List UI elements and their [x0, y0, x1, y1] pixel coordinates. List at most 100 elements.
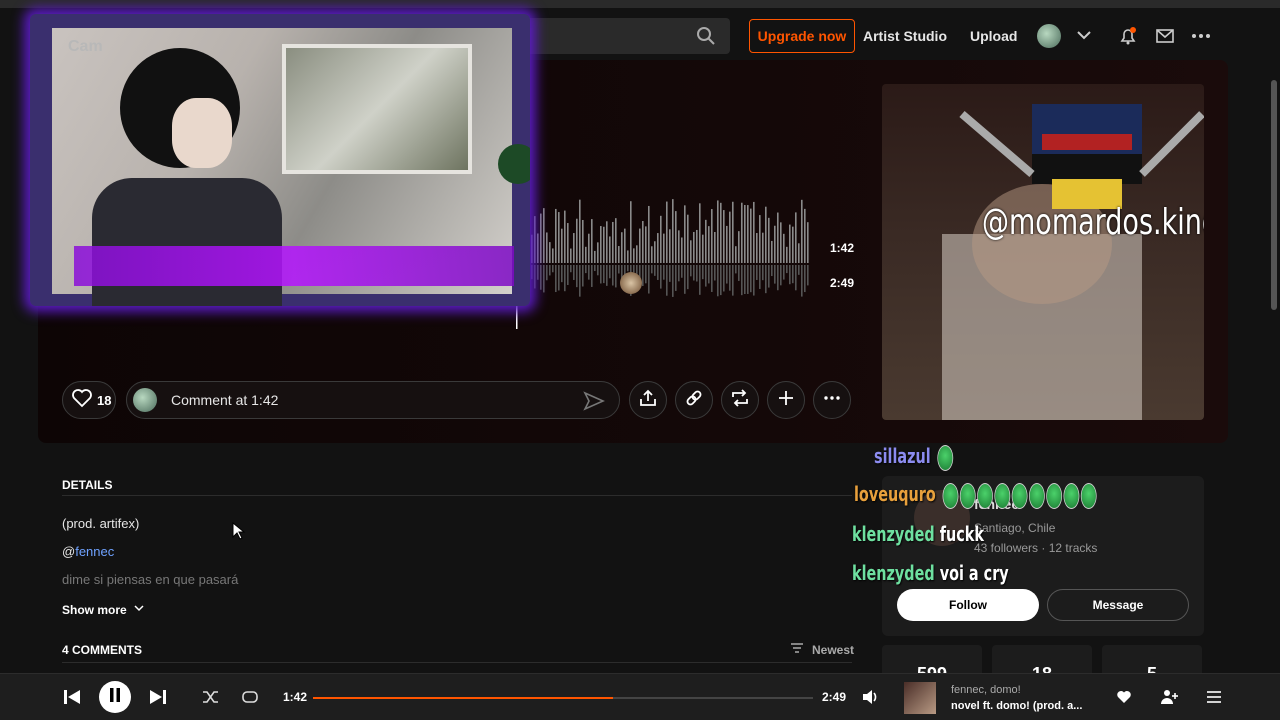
waveform-bar — [576, 218, 578, 263]
queue-icon[interactable] — [1206, 689, 1222, 710]
mention-at: @ — [62, 544, 76, 559]
heart-icon — [71, 388, 93, 413]
waveform-reflection-bar — [576, 265, 578, 288]
comment-input[interactable]: Comment at 1:42 — [126, 381, 620, 419]
waveform-bar — [546, 232, 548, 263]
waveform-bar — [717, 200, 719, 263]
now-playing-title[interactable]: novel ft. domo! (prod. a... — [951, 700, 1082, 712]
comment-avatar-marker[interactable] — [620, 272, 642, 294]
repeat-icon[interactable] — [241, 689, 259, 710]
waveform-reflection-bar — [747, 265, 749, 294]
waveform-reflection-bar — [681, 265, 683, 278]
waveform-bar — [537, 233, 539, 263]
show-more-button[interactable]: Show more — [62, 602, 145, 617]
send-icon[interactable] — [583, 391, 605, 416]
comments-title: 4 COMMENTS — [62, 643, 143, 657]
waveform-bar — [654, 241, 656, 263]
waveform-reflection-bar — [750, 265, 752, 293]
chevron-down-icon[interactable] — [1075, 26, 1093, 49]
waveform-bar — [585, 246, 587, 263]
now-playing-artist[interactable]: fennec, domo! — [951, 684, 1021, 696]
chat-text: voi a cry — [939, 561, 1009, 585]
now-playing-artwork[interactable] — [904, 682, 936, 714]
waveform-reflection-bar — [699, 265, 701, 295]
waveform-bar — [723, 210, 725, 263]
repost-button[interactable] — [721, 381, 759, 419]
waveform-reflection-bar — [741, 265, 743, 296]
mention-link[interactable]: fennec — [75, 544, 114, 559]
like-count: 18 — [97, 392, 112, 408]
more-icon — [823, 389, 841, 412]
waveform-reflection-bar — [690, 265, 692, 277]
upload-link[interactable]: Upload — [970, 28, 1017, 44]
share-button[interactable] — [629, 381, 667, 419]
waveform-reflection-bar — [582, 265, 584, 287]
waveform-bar — [732, 201, 734, 263]
skip-back-icon[interactable] — [62, 687, 82, 712]
waveform-reflection-bar — [729, 265, 731, 291]
skip-forward-icon[interactable] — [148, 687, 168, 712]
more-actions-button[interactable] — [813, 381, 851, 419]
progress-bar[interactable] — [313, 697, 813, 699]
waveform-reflection-bar — [717, 265, 719, 297]
waveform-bar — [756, 233, 758, 263]
webcam-feed — [52, 28, 530, 306]
waveform-bar — [804, 208, 806, 263]
waveform-reflection-bar — [744, 265, 746, 295]
scrollbar-thumb[interactable] — [1271, 80, 1277, 310]
waveform-bar — [735, 246, 737, 263]
search-input[interactable] — [520, 18, 730, 54]
waveform-bar — [672, 199, 674, 263]
repost-icon — [730, 388, 750, 412]
follow-button[interactable]: Follow — [897, 589, 1039, 621]
volume-icon[interactable] — [862, 689, 880, 710]
copy-link-button[interactable] — [675, 381, 713, 419]
waveform-reflection-bar — [555, 265, 557, 293]
waveform-reflection-bar — [600, 265, 602, 284]
current-time-label: 1:42 — [830, 241, 855, 255]
like-button[interactable]: 18 — [62, 381, 116, 419]
waveform-reflection-bar — [807, 265, 809, 286]
waveform-reflection-bar — [684, 265, 686, 294]
pause-button[interactable] — [99, 681, 131, 713]
upgrade-button[interactable]: Upgrade now — [749, 19, 855, 53]
follow-user-icon[interactable] — [1161, 689, 1179, 710]
message-button[interactable]: Message — [1047, 589, 1189, 621]
waveform-reflection-bar — [609, 265, 611, 279]
notification-bell-icon[interactable] — [1118, 26, 1138, 51]
waveform-bar — [612, 221, 614, 263]
webcam-overlay: Cam — [30, 14, 530, 306]
waveform-reflection-bar — [540, 265, 542, 290]
track-artwork: @momardos.kinoto — [882, 84, 1204, 420]
artist-studio-link[interactable]: Artist Studio — [863, 28, 947, 44]
waveform-bar — [768, 217, 770, 263]
heart-filled-icon[interactable] — [1116, 690, 1132, 709]
waveform-bar — [759, 215, 761, 263]
waveform-bar — [636, 245, 638, 263]
shuffle-icon[interactable] — [202, 689, 220, 710]
messages-icon[interactable] — [1155, 26, 1175, 51]
waveform-reflection-bar — [801, 265, 803, 297]
waveform-bar — [642, 221, 644, 263]
add-to-playlist-button[interactable] — [767, 381, 805, 419]
emote-icon — [937, 444, 953, 471]
waveform-bar — [714, 231, 716, 263]
sort-newest-button[interactable]: Newest — [790, 642, 854, 657]
search-icon[interactable] — [696, 26, 716, 51]
waveform-bar — [711, 209, 713, 263]
page-scrollbar[interactable] — [1268, 60, 1280, 672]
user-avatar[interactable] — [1037, 24, 1061, 48]
waveform-reflection-bar — [702, 265, 704, 280]
waveform-bar — [534, 216, 536, 263]
emote-icon — [942, 482, 959, 509]
artwork-overlay-text: @momardos.kinoto — [982, 202, 1204, 243]
waveform-reflection-bar — [783, 265, 785, 280]
emote-icon — [1063, 482, 1080, 509]
webcam-label: Cam — [68, 38, 103, 55]
waveform-bar — [726, 225, 728, 263]
waveform-reflection-bar — [798, 265, 800, 275]
more-menu-icon[interactable] — [1191, 26, 1211, 51]
waveform-bar — [753, 201, 755, 263]
waveform-bar — [657, 233, 659, 263]
chat-message: klenzyded fuckk — [852, 522, 984, 546]
